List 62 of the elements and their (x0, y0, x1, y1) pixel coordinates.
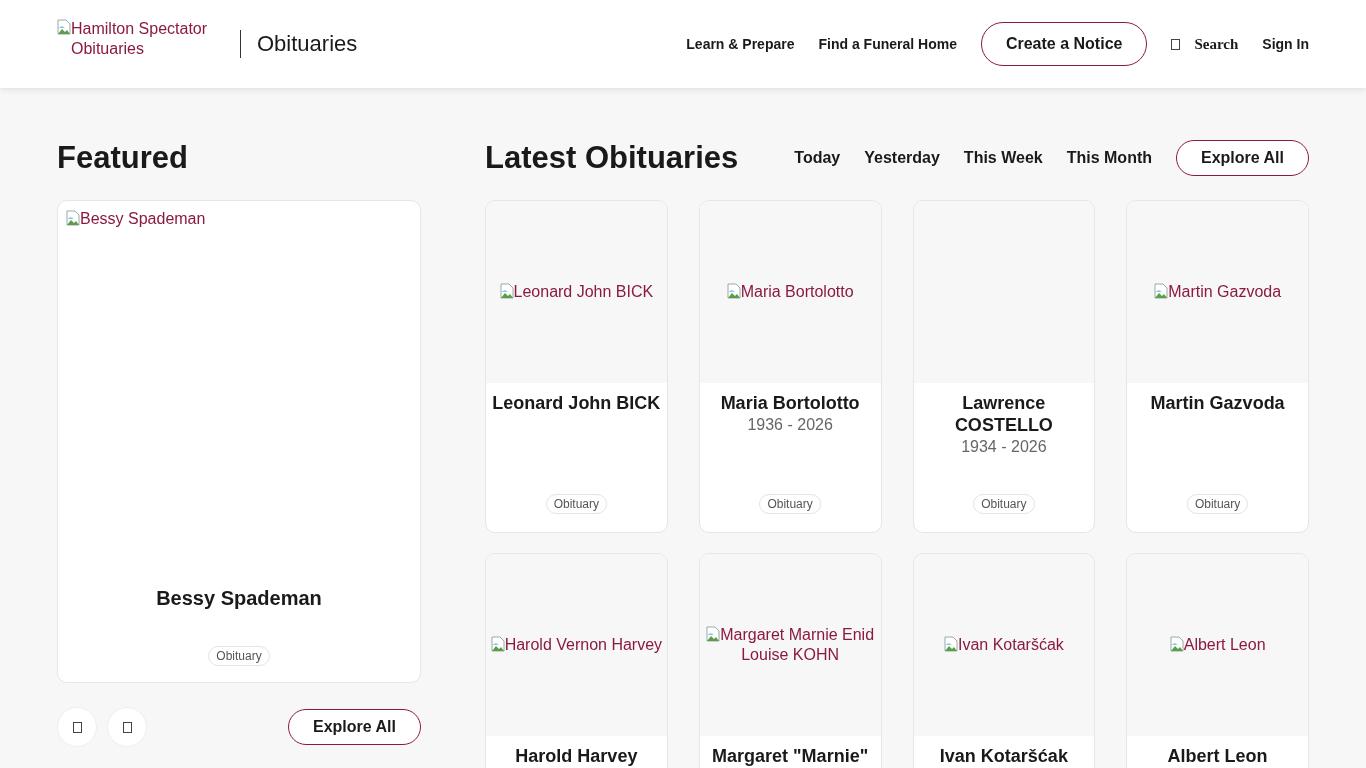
obituary-tag: Obituary (759, 494, 821, 514)
deceased-name[interactable]: Ivan Kotaršćak (919, 745, 1089, 767)
image-alt-text: Maria Bortolotto (740, 283, 854, 300)
broken-image-icon (490, 636, 505, 652)
section-heading: Featured (57, 140, 188, 176)
date-filter-link[interactable]: This Week (963, 149, 1043, 167)
obituary-card[interactable]: Albert Leon Albert Leon (1126, 553, 1309, 768)
image-alt-text: Martin Gazvoda (1168, 283, 1282, 300)
section-heading: Latest Obituaries (485, 140, 739, 176)
obituary-tag: Obituary (545, 494, 608, 514)
obituary-card[interactable]: Maria Bortolotto Maria Bortolotto 1936 - 2026 Obituary (698, 200, 882, 533)
deceased-name[interactable]: Albert Leon (1133, 745, 1302, 767)
deceased-name[interactable]: Bessy Spademan (66, 587, 412, 609)
nav-link[interactable]: Learn & Prepare (686, 36, 795, 52)
deceased-name[interactable]: Martin Gazvoda (1133, 392, 1302, 414)
deceased-name[interactable]: Maria Bortolotto (705, 392, 875, 414)
broken-image-icon (943, 636, 958, 652)
image-alt-text: Ivan Kotaršćak (957, 636, 1064, 653)
obituary-card[interactable]: Martin Gazvoda Martin Gazvoda Obituary (1126, 200, 1309, 533)
deceased-name[interactable]: Lawrence COSTELLO (919, 392, 1089, 436)
obituary-card[interactable]: Lawrence COSTELLO 1934 - 2026 Obituary (912, 200, 1096, 533)
explore-all-button[interactable]: Explore All (288, 709, 421, 745)
nav-link[interactable]: Find a Funeral Home (818, 36, 957, 52)
deceased-name[interactable]: Leonard John BICK (492, 392, 661, 414)
broken-image-icon (706, 626, 721, 642)
broken-image-icon (726, 283, 741, 299)
image-alt-text: Bessy Spademan (80, 210, 206, 227)
missing-glyph-icon (1171, 38, 1181, 50)
section-title: Obituaries (257, 31, 358, 57)
missing-glyph-icon (72, 721, 82, 733)
image-alt-text: Margaret Marnie Enid Louise KOHN (720, 626, 875, 663)
obituary-card[interactable]: Margaret Marnie Enid Louise KOHN Margaret "Marnie" (698, 553, 882, 768)
explore-all-button[interactable]: Explore All (1176, 140, 1309, 176)
deceased-name[interactable]: Harold Harvey (492, 745, 661, 767)
obituary-tag: Obituary (973, 494, 1035, 514)
obituary-card[interactable]: Harold Vernon Harvey Harold Harvey (485, 553, 668, 768)
broken-image-icon (499, 283, 514, 299)
date-filter-link[interactable]: Yesterday (864, 149, 940, 167)
missing-glyph-icon (122, 721, 132, 733)
image-alt-text: Albert Leon (1183, 636, 1266, 653)
image-alt-text: Harold Vernon Harvey (504, 636, 663, 653)
date-filter-link[interactable]: Today (794, 149, 841, 167)
life-dates: 1934 - 2026 (960, 438, 1048, 456)
sign-in-link[interactable]: Sign In (1262, 36, 1309, 52)
previous-button[interactable] (57, 707, 97, 747)
broken-image-icon (57, 19, 71, 35)
next-button[interactable] (107, 707, 147, 747)
logo-alt-text[interactable]: Hamilton Spectator Obituaries (71, 19, 226, 59)
obituary-tag: Obituary (208, 646, 270, 666)
broken-image-icon (1154, 283, 1169, 299)
broken-image-icon (1169, 636, 1184, 652)
life-dates: 1936 - 2026 (746, 416, 834, 434)
date-filter-link[interactable]: This Month (1066, 149, 1152, 167)
obituary-card[interactable]: Leonard John BICK Leonard John BICK Obituary (485, 200, 668, 533)
obituary-tag: Obituary (1186, 494, 1249, 514)
obituary-card[interactable]: Ivan Kotaršćak Ivan Kotaršćak (912, 553, 1096, 768)
image-alt-text: Leonard John BICK (513, 283, 654, 300)
featured-card[interactable]: Bessy Spademan Bessy Spademan Obituary (57, 200, 421, 683)
broken-image-icon (66, 210, 80, 226)
deceased-name[interactable]: Margaret "Marnie" (705, 745, 875, 767)
create-notice-button[interactable]: Create a Notice (980, 22, 1148, 66)
search-button[interactable]: Search (1171, 35, 1239, 53)
